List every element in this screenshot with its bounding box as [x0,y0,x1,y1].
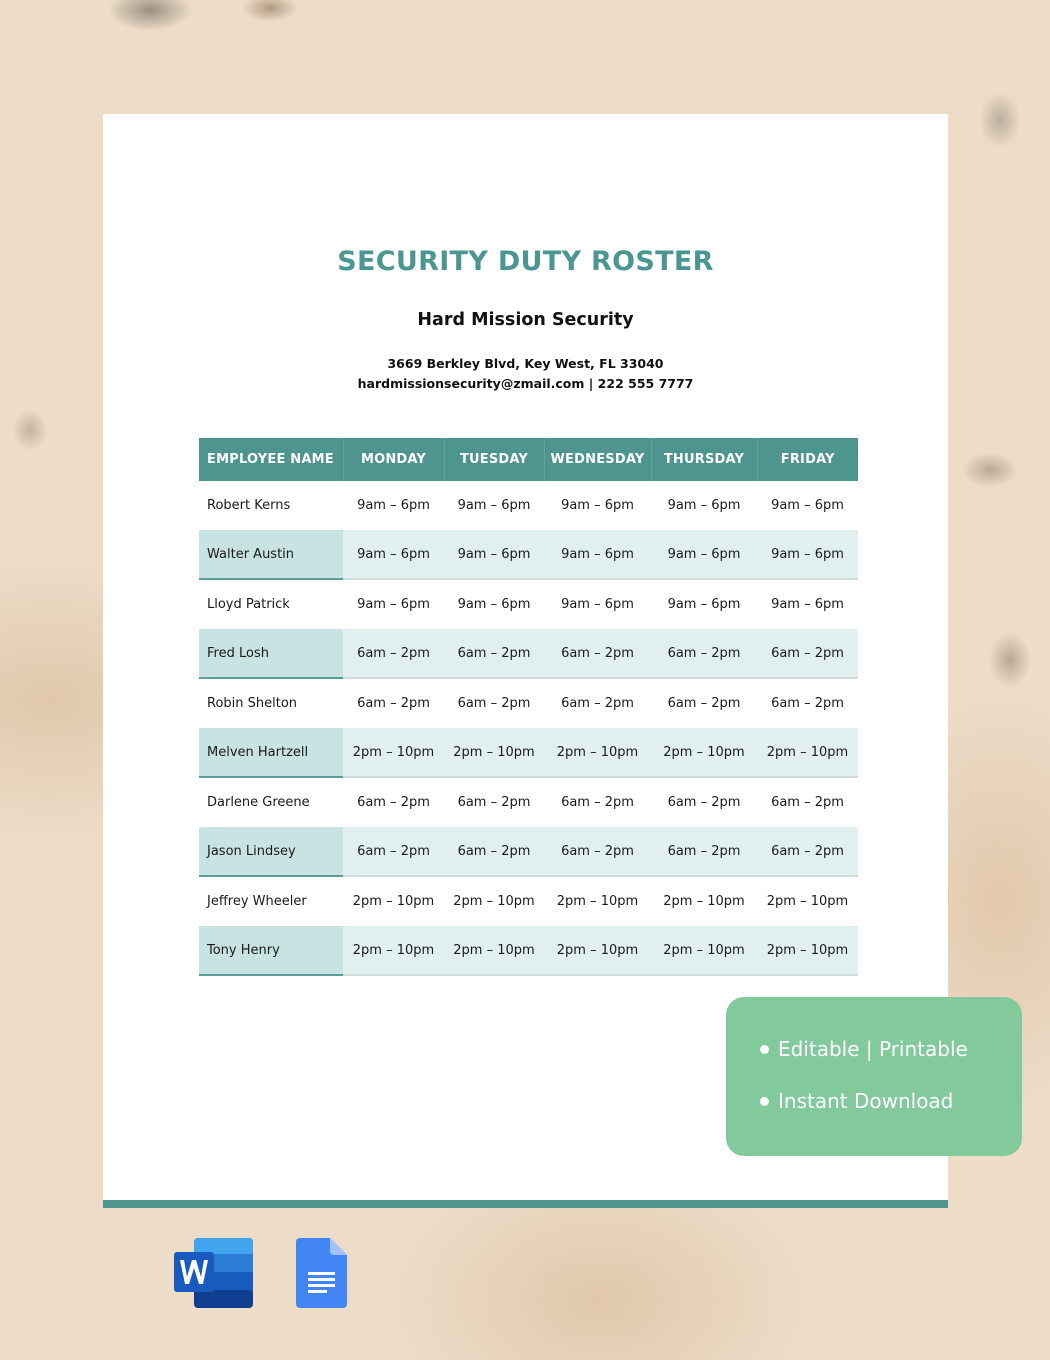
shift-cell-thursday: 6am – 2pm [667,695,741,711]
shift-cell-friday: 2pm – 10pm [757,727,858,778]
header-wednesday: WEDNESDAY [543,438,651,481]
employee-name-cell: Fred Losh [199,628,343,679]
shift-cell-wednesday: 6am – 2pm [544,826,651,877]
shift-cell-monday: 6am – 2pm [357,695,430,711]
employee-name-cell: Robin Shelton [207,695,298,711]
shift-cell-wednesday: 6am – 2pm [544,628,651,679]
employee-name-cell: Jeffrey Wheeler [207,893,307,909]
header-employee-name: EMPLOYEE NAME [199,438,343,481]
feature-item: Instant Download [760,1089,953,1113]
shift-cell-wednesday: 9am – 6pm [544,529,651,580]
shift-cell-friday: 9am – 6pm [771,497,844,513]
shift-cell-thursday: 9am – 6pm [667,596,741,612]
header-thursday: THURSDAY [650,438,757,481]
shift-cell-tuesday: 2pm – 10pm [444,925,544,976]
shift-cell-tuesday: 2pm – 10pm [453,893,535,909]
company-name: Hard Mission Security [417,310,634,330]
shift-cell-wednesday: 2pm – 10pm [544,727,651,778]
microsoft-word-icon[interactable] [174,1238,254,1308]
shift-cell-thursday: 6am – 2pm [651,628,757,679]
shift-cell-wednesday: 9am – 6pm [561,497,634,513]
shift-cell-tuesday: 9am – 6pm [444,529,544,580]
employee-name-cell: Melven Hartzell [199,727,343,778]
roster-row: Walter Austin 9am – 6pm 9am – 6pm 9am – 6pm… [199,529,858,580]
roster-row: Jason Lindsey 6am – 2pm 6am – 2pm 6am – 2pm… [199,826,858,877]
shift-cell-tuesday: 6am – 2pm [457,794,531,810]
employee-name-cell: Lloyd Patrick [207,596,290,612]
shift-cell-thursday: 2pm – 10pm [651,727,757,778]
shift-cell-friday: 6am – 2pm [771,794,844,810]
shift-cell-wednesday: 2pm – 10pm [544,925,651,976]
shift-cell-friday: 9am – 6pm [771,596,844,612]
shift-cell-friday: 6am – 2pm [771,695,844,711]
shift-cell-monday: 2pm – 10pm [343,925,444,976]
shift-cell-friday: 2pm – 10pm [766,893,849,909]
shift-cell-thursday: 2pm – 10pm [651,925,757,976]
shift-cell-thursday: 6am – 2pm [667,794,741,810]
shift-cell-wednesday: 2pm – 10pm [556,893,639,909]
shift-cell-monday: 9am – 6pm [357,596,430,612]
company-contact: hardmissionsecurity@zmail.com | 222 555 … [357,376,694,391]
shift-cell-wednesday: 6am – 2pm [561,695,634,711]
roster-row: Jeffrey Wheeler 2pm – 10pm 2pm – 10pm 2pm –… [199,876,858,926]
employee-name-cell: Robert Kerns [207,497,291,513]
shift-cell-monday: 6am – 2pm [343,826,444,877]
shift-cell-wednesday: 9am – 6pm [561,596,634,612]
shift-cell-tuesday: 2pm – 10pm [444,727,544,778]
shift-cell-monday: 6am – 2pm [357,794,430,810]
employee-name-cell: Tony Henry [199,925,343,976]
employee-name-cell: Walter Austin [199,529,343,580]
shift-cell-tuesday: 6am – 2pm [457,695,531,711]
bullet-icon [760,1044,769,1054]
roster-table: EMPLOYEE NAME MONDAY TUESDAY WEDNESDAY T… [199,438,858,976]
feature-label: Instant Download [778,1089,954,1113]
shift-cell-friday: 6am – 2pm [757,826,858,877]
roster-header-row: EMPLOYEE NAME MONDAY TUESDAY WEDNESDAY T… [199,438,858,481]
shift-cell-monday: 2pm – 10pm [343,727,444,778]
footer-accent-bar [103,1200,948,1208]
shift-cell-tuesday: 9am – 6pm [457,497,531,513]
header-tuesday: TUESDAY [443,438,544,481]
google-docs-icon[interactable] [296,1238,347,1308]
bullet-icon [760,1096,769,1106]
shift-cell-friday: 2pm – 10pm [757,925,858,976]
document-title: SECURITY DUTY ROSTER [337,246,714,277]
shift-cell-tuesday: 9am – 6pm [457,596,531,612]
shift-cell-friday: 9am – 6pm [757,529,858,580]
shift-cell-monday: 2pm – 10pm [352,893,435,909]
roster-row: Tony Henry 2pm – 10pm 2pm – 10pm 2pm – 10pm… [199,925,858,976]
roster-row: Fred Losh 6am – 2pm 6am – 2pm 6am – 2pm 6am … [199,628,858,679]
shift-cell-monday: 9am – 6pm [357,497,430,513]
shift-cell-tuesday: 6am – 2pm [444,628,544,679]
shift-cell-tuesday: 6am – 2pm [444,826,544,877]
feature-label: Editable | Printable [778,1037,968,1061]
feature-badge: Editable | Printable Instant Download [726,997,1022,1156]
company-address: 3669 Berkley Blvd, Key West, FL 33040 [387,356,664,371]
roster-row: Robin Shelton 6am – 2pm 6am – 2pm 6am – 2pm… [199,678,858,728]
shift-cell-monday: 6am – 2pm [343,628,444,679]
roster-row: Lloyd Patrick 9am – 6pm 9am – 6pm 9am – 6pm… [199,579,858,629]
shift-cell-friday: 6am – 2pm [757,628,858,679]
employee-name-cell: Jason Lindsey [199,826,343,877]
header-monday: MONDAY [342,438,444,481]
roster-row: Darlene Greene 6am – 2pm 6am – 2pm 6am – 2p… [199,777,858,827]
shift-cell-thursday: 6am – 2pm [651,826,757,877]
employee-name-cell: Darlene Greene [207,794,310,810]
shift-cell-thursday: 2pm – 10pm [663,893,745,909]
shift-cell-thursday: 9am – 6pm [651,529,757,580]
shift-cell-wednesday: 6am – 2pm [561,794,634,810]
header-friday: FRIDAY [756,438,858,481]
shift-cell-thursday: 9am – 6pm [667,497,741,513]
roster-row: Melven Hartzell 2pm – 10pm 2pm – 10pm 2pm –… [199,727,858,778]
feature-item: Editable | Printable [760,1037,968,1061]
shift-cell-monday: 9am – 6pm [343,529,444,580]
roster-row: Robert Kerns 9am – 6pm 9am – 6pm 9am – 6pm 9… [199,481,858,530]
